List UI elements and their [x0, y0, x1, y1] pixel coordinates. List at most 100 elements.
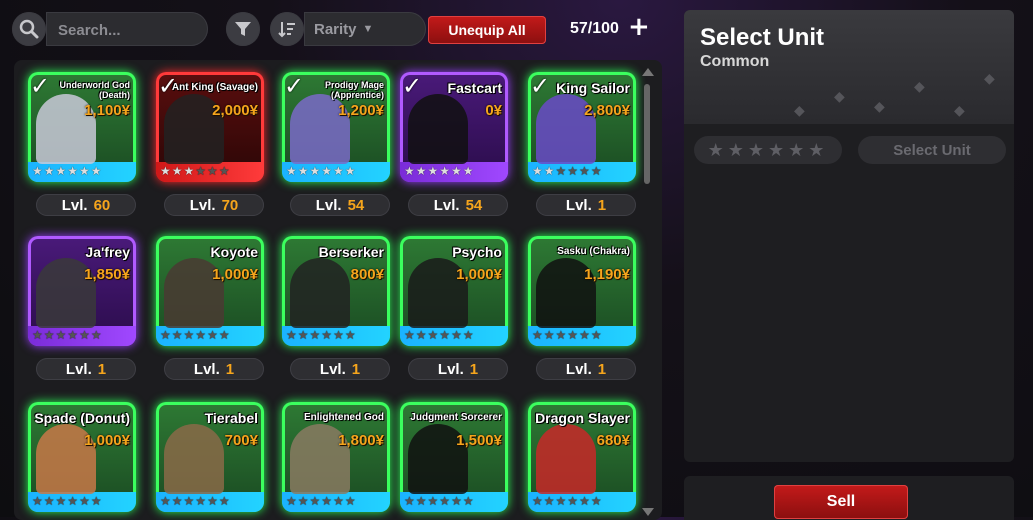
- unit-name: Judgment Sorcerer: [410, 412, 502, 423]
- level-label: Lvl.: [433, 196, 460, 214]
- filter-button[interactable]: [226, 12, 260, 46]
- equipped-check-icon: ✓: [158, 72, 179, 100]
- unit-price: 2,800¥: [584, 102, 630, 119]
- unit-price: 1,100¥: [84, 102, 130, 119]
- unit-card[interactable]: Ant King (Savage) 2,000¥ ★★★★★★ ✓: [156, 72, 264, 182]
- level-label: Lvl.: [65, 360, 92, 378]
- unit-level: Lvl. 1: [164, 358, 264, 380]
- unit-card[interactable]: Ja'frey 1,850¥ ★★★★★★: [28, 236, 136, 346]
- sparkle-icon: ◆: [984, 70, 995, 86]
- unit-name: Berserker: [318, 244, 384, 260]
- unit-name: Koyote: [210, 244, 258, 260]
- unit-card[interactable]: Judgment Sorcerer 1,500¥ ★★★★★★: [400, 402, 508, 512]
- unit-card[interactable]: Spade (Donut) 1,000¥ ★★★★★★: [28, 402, 136, 512]
- unit-price: 680¥: [596, 432, 630, 449]
- unit-name: Dragon Slayer: [535, 410, 630, 426]
- unit-name: Ja'frey: [85, 244, 130, 260]
- scroll-up-icon[interactable]: [642, 68, 654, 76]
- level-value: 1: [469, 360, 479, 378]
- select-unit-button[interactable]: Select Unit: [858, 136, 1006, 164]
- sparkle-icon: ◆: [794, 102, 805, 118]
- level-value: 1: [597, 196, 607, 214]
- unit-card[interactable]: Fastcart 0¥ ★★★★★★ ✓: [400, 72, 508, 182]
- unit-card[interactable]: Berserker 800¥ ★★★★★★: [282, 236, 390, 346]
- unit-stars: ★★★★★★: [532, 328, 603, 342]
- unit-card[interactable]: Dragon Slayer 680¥ ★★★★★★: [528, 402, 636, 512]
- unit-price: 1,190¥: [584, 266, 630, 283]
- unit-card[interactable]: King Sailor 2,800¥ ★★★★★★ ✓: [528, 72, 636, 182]
- equipped-check-icon: ✓: [30, 72, 51, 100]
- sort-button[interactable]: [270, 12, 304, 46]
- unit-stars: ★★★★★★: [160, 328, 231, 342]
- unit-name: Ant King (Savage): [171, 82, 258, 93]
- unit-name: Tierabel: [204, 410, 258, 426]
- unit-price: 1,200¥: [338, 102, 384, 119]
- chevron-down-icon: ▼: [362, 23, 374, 35]
- search-input[interactable]: [46, 12, 200, 48]
- unit-name: Fastcart: [447, 80, 502, 96]
- scrollbar[interactable]: [640, 64, 654, 516]
- sell-button[interactable]: Sell: [774, 485, 908, 519]
- unit-portrait: [164, 424, 224, 494]
- unit-card[interactable]: Sasku (Chakra) 1,190¥ ★★★★★★: [528, 236, 636, 346]
- unit-level: Lvl. 54: [290, 194, 390, 216]
- unit-card[interactable]: Underworld God (Death) 1,100¥ ★★★★★★ ✓: [28, 72, 136, 182]
- level-value: 1: [597, 360, 607, 378]
- unit-portrait: [290, 258, 350, 328]
- search-button[interactable]: [12, 12, 46, 46]
- unit-name: Sasku (Chakra): [557, 246, 630, 257]
- add-slots-button[interactable]: +: [628, 14, 650, 40]
- unit-price: 800¥: [350, 266, 384, 283]
- unit-stars: ★★★★★★: [286, 328, 357, 342]
- unit-level: Lvl. 70: [164, 194, 264, 216]
- scroll-thumb[interactable]: [644, 84, 650, 184]
- unit-price: 2,000¥: [212, 102, 258, 119]
- equipped-check-icon: ✓: [402, 72, 423, 100]
- unit-price: 700¥: [224, 432, 258, 449]
- unit-portrait: [536, 424, 596, 494]
- unit-card[interactable]: Psycho 1,000¥ ★★★★★★: [400, 236, 508, 346]
- unit-name: Enlightened God: [304, 412, 384, 423]
- unit-stars: ★★★★★★: [32, 164, 103, 178]
- level-label: Lvl.: [315, 196, 342, 214]
- unit-count: 57/100: [570, 20, 619, 37]
- search-icon: [19, 19, 39, 39]
- sparkle-icon: ◆: [874, 98, 885, 114]
- unit-stars: ★★★★★★: [404, 494, 475, 508]
- unit-card[interactable]: Prodigy Mage (Apprentice) 1,200¥ ★★★★★★ ✓: [282, 72, 390, 182]
- unit-stars: ★★★★★★: [286, 494, 357, 508]
- unit-stars: ★★★★★★: [404, 164, 475, 178]
- sort-icon: [278, 22, 295, 38]
- unit-price: 1,800¥: [338, 432, 384, 449]
- unit-name: Underworld God (Death): [59, 80, 131, 100]
- level-label: Lvl.: [565, 360, 592, 378]
- unit-level: Lvl. 1: [36, 358, 136, 380]
- unit-stars: ★★★★★★: [160, 164, 231, 178]
- unit-name: Prodigy Mage (Apprentice): [324, 80, 384, 100]
- level-value: 1: [97, 360, 107, 378]
- level-label: Lvl.: [565, 196, 592, 214]
- equipped-check-icon: ✓: [530, 72, 551, 100]
- unit-price: 0¥: [485, 102, 502, 119]
- unit-name: Spade (Donut): [34, 410, 130, 426]
- unit-card[interactable]: Koyote 1,000¥ ★★★★★★: [156, 236, 264, 346]
- unit-level: Lvl. 1: [536, 194, 636, 216]
- filter-icon: [235, 22, 251, 36]
- unequip-all-button[interactable]: Unequip All: [428, 16, 546, 44]
- unit-detail-header: ◆ ◆ ◆ ◆ ◆ ◆ Select Unit Common: [684, 10, 1014, 124]
- rarity-label: Rarity: [314, 20, 357, 38]
- unit-portrait: [408, 94, 468, 164]
- unit-level: Lvl. 54: [408, 194, 508, 216]
- scroll-down-icon[interactable]: [642, 508, 654, 516]
- unit-level: Lvl. 1: [536, 358, 636, 380]
- level-value: 60: [93, 196, 111, 214]
- unit-card[interactable]: Enlightened God 1,800¥ ★★★★★★: [282, 402, 390, 512]
- level-label: Lvl.: [61, 196, 88, 214]
- unit-card[interactable]: Tierabel 700¥ ★★★★★★: [156, 402, 264, 512]
- search-field[interactable]: [46, 12, 208, 48]
- unit-stars: ★★★★★★: [160, 494, 231, 508]
- level-value: 1: [225, 360, 235, 378]
- sparkle-icon: ◆: [834, 88, 845, 104]
- level-label: Lvl.: [319, 360, 346, 378]
- rarity-dropdown[interactable]: Rarity ▼: [304, 12, 426, 46]
